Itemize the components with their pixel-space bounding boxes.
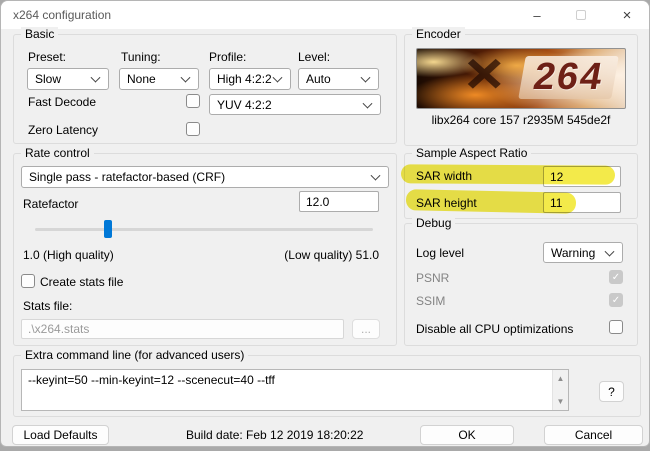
profile-label: Profile: bbox=[209, 50, 247, 64]
create-stats-label: Create stats file bbox=[40, 275, 124, 289]
level-label: Level: bbox=[298, 50, 331, 64]
quality-scale-min: 1.0 (High quality) bbox=[23, 248, 114, 262]
checkmark-icon: ✓ bbox=[611, 294, 621, 306]
sar-width-highlight bbox=[400, 164, 616, 185]
extra-command-box: --keyint=50 --min-keyint=12 --scenecut=4… bbox=[21, 369, 569, 411]
fast-decode-label: Fast Decode bbox=[28, 95, 97, 109]
sar-height-highlight bbox=[405, 189, 577, 214]
window-title: x264 configuration bbox=[13, 8, 112, 22]
minimize-icon: – bbox=[533, 7, 541, 23]
maximize-button bbox=[561, 1, 601, 29]
chevron-down-icon bbox=[90, 72, 101, 83]
psnr-checkbox: ✓ bbox=[609, 270, 623, 284]
load-defaults-button[interactable]: Load Defaults bbox=[12, 425, 109, 445]
disable-cpu-label: Disable all CPU optimizations bbox=[416, 322, 574, 336]
disable-cpu-checkbox[interactable] bbox=[609, 320, 623, 334]
colorspace-dropdown[interactable]: YUV 4:2:2 bbox=[209, 94, 381, 115]
title-bar: x264 configuration – × bbox=[1, 1, 649, 29]
ratefactor-slider-track[interactable] bbox=[35, 228, 373, 231]
rate-control-group-label: Rate control bbox=[21, 146, 94, 160]
checkmark-icon: ✓ bbox=[611, 271, 621, 283]
tuning-label: Tuning: bbox=[121, 50, 161, 64]
encoder-version: libx264 core 157 r2935M 545de2f bbox=[431, 113, 611, 127]
rate-control-mode-dropdown[interactable]: Single pass - ratefactor-based (CRF) bbox=[21, 166, 389, 188]
ssim-checkbox: ✓ bbox=[609, 293, 623, 307]
zero-latency-label: Zero Latency bbox=[28, 123, 99, 137]
extra-command-input[interactable]: --keyint=50 --min-keyint=12 --scenecut=4… bbox=[22, 370, 552, 410]
level-value: Auto bbox=[306, 72, 331, 86]
encoder-group-label: Encoder bbox=[412, 27, 465, 41]
profile-dropdown[interactable]: High 4:2:2 bbox=[209, 68, 291, 90]
debug-group-label: Debug bbox=[412, 216, 456, 230]
basic-group-label: Basic bbox=[21, 27, 59, 41]
help-button[interactable]: ? bbox=[599, 381, 624, 402]
x264-logo-number: 264 bbox=[517, 56, 619, 99]
help-button-label: ? bbox=[608, 384, 615, 399]
ok-button[interactable]: OK bbox=[420, 425, 514, 445]
rate-control-mode-value: Single pass - ratefactor-based (CRF) bbox=[29, 170, 226, 184]
scroll-up-icon[interactable]: ▲ bbox=[553, 374, 568, 383]
chevron-down-icon bbox=[370, 170, 381, 181]
maximize-icon bbox=[576, 10, 586, 20]
ssim-label: SSIM bbox=[416, 294, 446, 308]
tuning-value: None bbox=[127, 72, 156, 86]
x264-logo: × 264 bbox=[416, 48, 626, 109]
ratefactor-slider-thumb[interactable] bbox=[104, 220, 112, 238]
psnr-label: PSNR bbox=[416, 271, 450, 285]
chevron-down-icon bbox=[360, 72, 371, 83]
preset-value: Slow bbox=[35, 72, 62, 86]
create-stats-checkbox[interactable] bbox=[21, 274, 35, 288]
log-level-label: Log level bbox=[416, 246, 465, 260]
sar-group-label: Sample Aspect Ratio bbox=[412, 146, 532, 160]
preset-dropdown[interactable]: Slow bbox=[27, 68, 109, 90]
close-button[interactable]: × bbox=[605, 1, 649, 29]
x264-configuration-dialog: x264 configuration – × Basic Preset: Tun… bbox=[0, 0, 650, 447]
stats-file-label: Stats file: bbox=[23, 299, 73, 313]
chevron-down-icon bbox=[604, 246, 615, 257]
profile-value: High 4:2:2 bbox=[217, 72, 272, 86]
log-level-value: Warning bbox=[551, 245, 596, 260]
preset-label: Preset: bbox=[28, 50, 67, 64]
minimize-button[interactable]: – bbox=[517, 1, 557, 29]
level-dropdown[interactable]: Auto bbox=[298, 68, 379, 90]
colorspace-value: YUV 4:2:2 bbox=[217, 97, 272, 112]
log-level-dropdown[interactable]: Warning bbox=[543, 242, 623, 263]
zero-latency-checkbox[interactable] bbox=[186, 122, 200, 136]
ratefactor-label: Ratefactor bbox=[23, 197, 79, 211]
browse-stats-button: ... bbox=[352, 319, 380, 339]
tuning-dropdown[interactable]: None bbox=[119, 68, 199, 90]
ok-button-label: OK bbox=[458, 428, 476, 442]
chevron-down-icon bbox=[272, 72, 283, 83]
chevron-down-icon bbox=[362, 98, 373, 109]
fast-decode-checkbox[interactable] bbox=[186, 94, 200, 108]
build-date: Build date: Feb 12 2019 18:20:22 bbox=[186, 428, 364, 442]
quality-scale-max: (Low quality) 51.0 bbox=[284, 248, 379, 262]
command-scrollbar[interactable]: ▲ ▼ bbox=[552, 370, 568, 410]
scroll-down-icon[interactable]: ▼ bbox=[553, 397, 568, 406]
cancel-button-label: Cancel bbox=[574, 428, 613, 442]
close-icon: × bbox=[622, 6, 632, 24]
load-defaults-label: Load Defaults bbox=[23, 428, 98, 442]
chevron-down-icon bbox=[180, 72, 191, 83]
ratefactor-input[interactable] bbox=[299, 191, 379, 212]
cancel-button[interactable]: Cancel bbox=[544, 425, 643, 445]
browse-stats-label: ... bbox=[360, 322, 371, 336]
x264-logo-x: × bbox=[465, 48, 504, 107]
extra-command-group-label: Extra command line (for advanced users) bbox=[21, 348, 249, 362]
stats-file-input bbox=[21, 319, 344, 339]
